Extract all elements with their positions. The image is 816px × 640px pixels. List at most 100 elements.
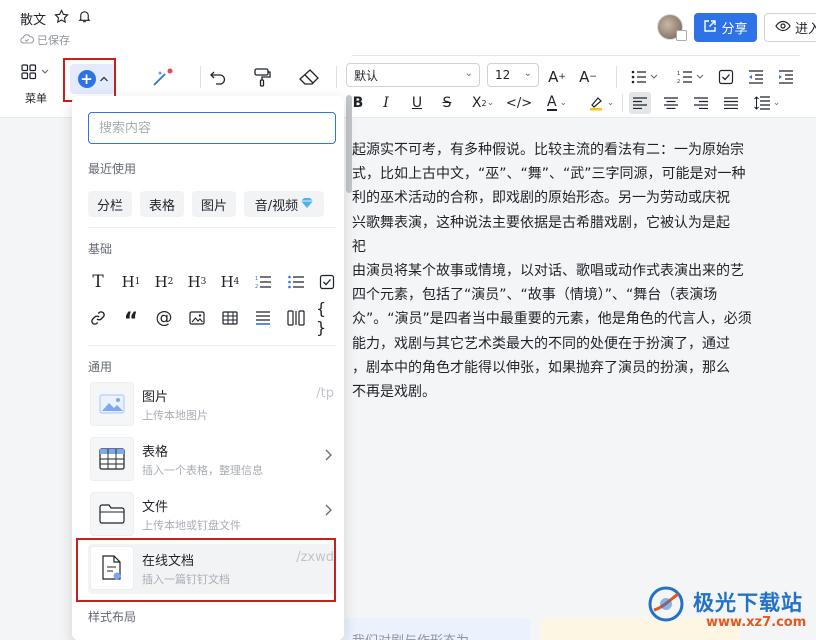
align-left-icon[interactable] — [629, 92, 651, 114]
ai-magic-wand-icon[interactable] — [150, 66, 174, 88]
paragraph-line: 四个元素，包括了“演员”、“故事（情境）”、“舞台（表演场 — [352, 287, 718, 304]
superscript-dropdown[interactable]: X 2 ⌄ — [466, 92, 500, 114]
checkbox-icon[interactable] — [714, 66, 738, 88]
callout-text: 我们对剧与作形态为 — [352, 630, 469, 640]
chip-label: 表格 — [148, 198, 175, 214]
item-subtitle: 插入一个表格，整理信息 — [142, 464, 263, 477]
paragraph-line: 兴歌舞表演，这种说法主要依据是古希腊戏剧，它被认为是起 — [352, 214, 730, 231]
paragraph-line: ，剧本中的角色才能得以伸张，如果抛弃了演员的扮演，那么 — [352, 359, 730, 376]
quote-icon[interactable]: “ — [120, 307, 142, 334]
document-title[interactable]: 散文 — [20, 9, 46, 28]
paragraph-line: 祀 — [352, 238, 366, 255]
heading3-icon[interactable]: H3 — [186, 271, 208, 293]
avatar-badge — [676, 30, 687, 41]
layout-section-title: 样式布局 — [88, 610, 137, 624]
eraser-icon[interactable] — [297, 66, 321, 88]
toolbar-divider — [622, 94, 623, 112]
panel-scrollbar[interactable] — [346, 95, 352, 193]
italic-button[interactable]: I — [378, 92, 394, 114]
recent-item-columns[interactable]: 分栏 — [88, 191, 132, 217]
image-thumb-icon — [90, 382, 134, 426]
table-thumb-icon — [90, 437, 134, 481]
recent-item-table[interactable]: 表格 — [140, 191, 184, 217]
insert-table-item[interactable]: 表格 插入一个表格，整理信息 — [88, 435, 336, 485]
code-block-icon[interactable]: { } — [316, 299, 338, 337]
paragraph-line: 起源实不可考，有多种假说。比较主流的看法有二：一为原始宗 — [352, 142, 744, 158]
menu-button[interactable]: 菜单 — [16, 64, 56, 106]
save-status-text: 已保存 — [37, 34, 70, 47]
chevron-right-icon — [324, 449, 332, 465]
item-subtitle: 上传本地图片 — [142, 409, 208, 422]
enter-label: 进入 — [795, 22, 816, 37]
justify-icon[interactable] — [720, 92, 742, 114]
basic-section-title: 基础 — [88, 242, 113, 256]
chevron-right-icon — [324, 504, 332, 520]
online-doc-highlight — [76, 538, 336, 602]
share-button[interactable]: 分享 — [694, 13, 757, 42]
cloud-check-icon — [20, 33, 35, 48]
checkbox-icon[interactable] — [316, 271, 338, 293]
heading4-icon[interactable]: H4 — [219, 271, 241, 293]
underline-button[interactable]: U — [408, 92, 426, 114]
document-paragraph[interactable]: 起源实不可考，有多种假说。比较主流的看法有二：一为原始宗 式，比如上古中文，“巫”… — [352, 138, 812, 404]
insert-file-item[interactable]: 文件 上传本地或钉盘文件 — [88, 490, 336, 540]
mention-icon[interactable]: @ — [153, 307, 175, 329]
paragraph-line: 不再是戏剧。 — [352, 384, 436, 401]
chip-label: 分栏 — [96, 198, 123, 214]
paragraph-line: 式，比如上古中文，“巫”、“舞”、“武”三字同源，可能是对一种 — [352, 166, 746, 183]
inline-code-icon[interactable]: </> — [506, 92, 532, 114]
link-icon[interactable] — [87, 307, 109, 329]
paragraph-line: 利的巫术活动的合称，即戏剧的原始形态。另一为劳动或庆祝 — [352, 190, 730, 207]
strikethrough-button[interactable]: S — [438, 92, 456, 114]
bullet-list-dropdown-icon[interactable] — [630, 66, 660, 88]
toolbar-divider — [616, 66, 617, 88]
eye-icon — [775, 20, 791, 36]
enter-button[interactable]: 进入 — [764, 13, 816, 42]
text-icon[interactable]: T — [87, 271, 109, 293]
font-size-value: 12 — [495, 68, 511, 82]
outdent-icon[interactable] — [744, 66, 768, 88]
heading1-icon[interactable]: H1 — [120, 271, 142, 293]
columns-icon[interactable] — [285, 307, 307, 329]
line-spacing-dropdown[interactable]: ⌄ — [750, 92, 784, 114]
align-block-icon[interactable] — [252, 307, 274, 329]
diamond-icon — [301, 197, 314, 212]
align-center-icon[interactable] — [660, 92, 682, 114]
highlight-color-dropdown[interactable]: ⌄ — [584, 92, 618, 114]
recent-item-audio-video[interactable]: 音/视频 — [244, 191, 324, 217]
paragraph-line: 由演员将某个故事或情境，以对话、歌唱或动作式表演出来的艺 — [352, 263, 744, 280]
bold-button[interactable]: B — [350, 92, 366, 114]
ordered-list-icon[interactable]: 12 — [252, 271, 274, 293]
section-divider — [88, 227, 336, 228]
page-divider — [352, 55, 800, 56]
chevron-down-icon: ⌄ — [523, 68, 532, 79]
chevron-down-icon: ⌄ — [464, 68, 473, 79]
font-size-select[interactable]: 12 ⌄ — [487, 63, 539, 87]
bullet-list-icon[interactable] — [285, 271, 307, 293]
share-label: 分享 — [721, 22, 748, 37]
title-icons — [54, 9, 92, 28]
bell-icon[interactable] — [77, 9, 92, 28]
section-divider — [88, 345, 336, 346]
align-right-icon[interactable] — [690, 92, 712, 114]
table-icon[interactable] — [219, 307, 241, 329]
undo-icon[interactable] — [206, 66, 230, 88]
font-color-dropdown[interactable]: A ⌄ — [540, 92, 574, 114]
increase-font-icon[interactable]: A + — [545, 66, 569, 88]
folder-thumb-icon — [90, 492, 134, 536]
indent-icon[interactable] — [774, 66, 798, 88]
font-family-select[interactable]: 默认 ⌄ — [346, 63, 480, 87]
heading2-icon[interactable]: H2 — [153, 271, 175, 293]
star-icon[interactable] — [54, 9, 69, 28]
paragraph-line: 众”。“演员”是四者当中最重要的元素，他是角色的代言人，必须 — [352, 311, 752, 328]
search-input[interactable] — [88, 112, 336, 144]
font-family-value: 默认 — [354, 68, 379, 83]
watermark-url: www.xz7.com — [706, 615, 807, 630]
format-painter-icon[interactable] — [250, 66, 274, 88]
decrease-font-icon[interactable]: A − — [576, 66, 600, 88]
ordered-list-dropdown-icon[interactable]: 12 — [676, 66, 706, 88]
svg-text:2: 2 — [677, 79, 680, 84]
recent-item-image[interactable]: 图片 — [192, 191, 236, 217]
insert-image-item[interactable]: 图片 上传本地图片 /tp — [88, 380, 336, 430]
image-icon[interactable] — [186, 307, 208, 329]
